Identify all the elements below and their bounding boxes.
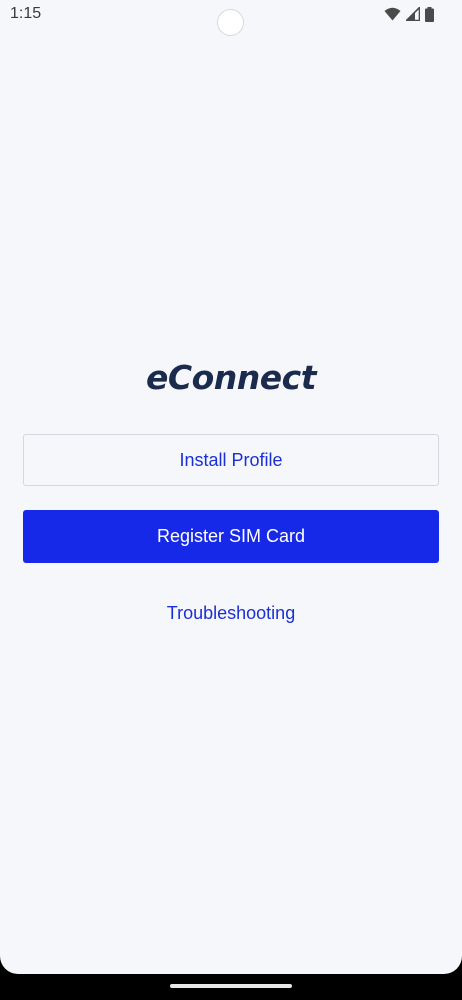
home-indicator[interactable] [170, 984, 292, 988]
status-bar: 1:15 [0, 0, 462, 36]
register-sim-card-button[interactable]: Register SIM Card [23, 510, 439, 563]
logo-text: eConnect [146, 357, 316, 397]
app-logo: eConnect [0, 352, 462, 402]
status-time: 1:15 [10, 5, 42, 22]
install-profile-button[interactable]: Install Profile [23, 434, 439, 486]
troubleshooting-link[interactable]: Troubleshooting [0, 600, 462, 626]
troubleshooting-label: Troubleshooting [166, 602, 296, 623]
install-profile-label: Install Profile [179, 449, 283, 470]
app-screen: 1:15 eConnect Install Profile Register S… [0, 0, 462, 974]
signal-icon [406, 7, 420, 21]
wifi-icon [384, 7, 401, 21]
camera-cutout [217, 9, 244, 36]
battery-icon [425, 6, 434, 22]
register-sim-card-label: Register SIM Card [156, 526, 306, 546]
status-icons [384, 5, 434, 23]
